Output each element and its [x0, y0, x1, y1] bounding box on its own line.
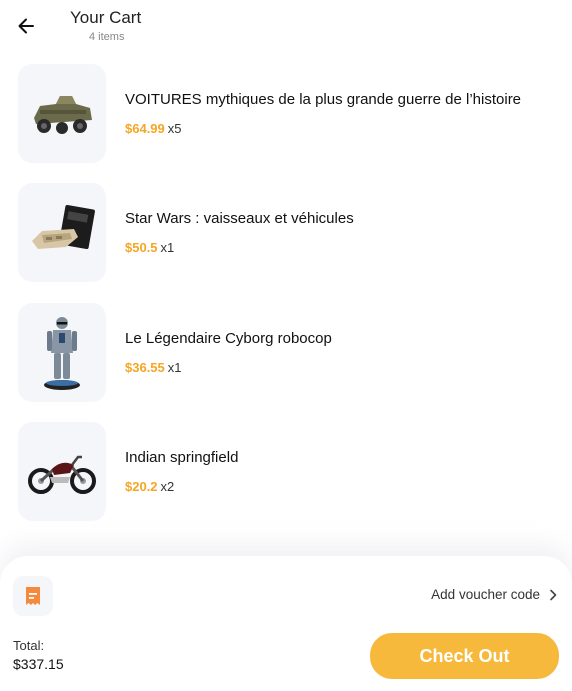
cart-item[interactable]: Star Wars : vaisseaux et véhicules $50.5… — [0, 183, 572, 283]
checkout-panel: Add voucher code Total: $337.15 Check Ou… — [0, 556, 572, 691]
price-line: $36.55 x1 — [125, 360, 182, 375]
price-line: $64.99 x5 — [125, 121, 182, 136]
back-button[interactable] — [12, 12, 40, 40]
cart-item[interactable]: VOITURES mythiques de la plus grande gue… — [0, 64, 572, 164]
product-price: $50.5 — [125, 240, 158, 255]
total-value: $337.15 — [13, 656, 64, 672]
product-price: $20.2 — [125, 479, 158, 494]
motorcycle-icon — [28, 455, 96, 494]
total-label: Total: — [13, 638, 45, 653]
product-image — [18, 303, 106, 402]
product-quantity: x5 — [167, 121, 182, 136]
product-price: $36.55 — [125, 360, 165, 375]
arrow-left-icon — [18, 18, 34, 34]
military-jeep-icon — [34, 95, 92, 134]
product-name[interactable]: Indian springfield — [125, 449, 238, 466]
product-name[interactable]: Le Légendaire Cyborg robocop — [125, 330, 332, 347]
starship-model-icon — [32, 204, 95, 249]
checkout-button[interactable]: Check Out — [370, 633, 559, 679]
app-header: Your Cart 4 items — [0, 0, 572, 52]
product-image — [18, 64, 106, 163]
product-image — [18, 183, 106, 282]
product-quantity: x1 — [167, 360, 182, 375]
product-name[interactable]: Star Wars : vaisseaux et véhicules — [125, 210, 354, 227]
price-line: $50.5 x1 — [125, 240, 174, 255]
product-name[interactable]: VOITURES mythiques de la plus grande gue… — [125, 91, 521, 108]
price-line: $20.2 x2 — [125, 479, 174, 494]
cart-item[interactable]: Indian springfield $20.2 x2 — [0, 422, 572, 522]
product-image — [18, 422, 106, 521]
add-voucher-link[interactable]: Add voucher code — [431, 587, 558, 602]
chevron-right-icon — [550, 589, 557, 600]
receipt-icon — [26, 587, 40, 605]
voucher-label: Add voucher code — [431, 587, 540, 602]
voucher-button[interactable] — [13, 576, 53, 616]
robocop-figure-icon — [44, 316, 80, 390]
page-title: Your Cart — [70, 8, 142, 27]
item-count: 4 items — [89, 31, 125, 43]
cart-item[interactable]: Le Légendaire Cyborg robocop $36.55 x1 — [0, 303, 572, 403]
product-quantity: x2 — [160, 479, 175, 494]
product-price: $64.99 — [125, 121, 165, 136]
product-quantity: x1 — [160, 240, 175, 255]
